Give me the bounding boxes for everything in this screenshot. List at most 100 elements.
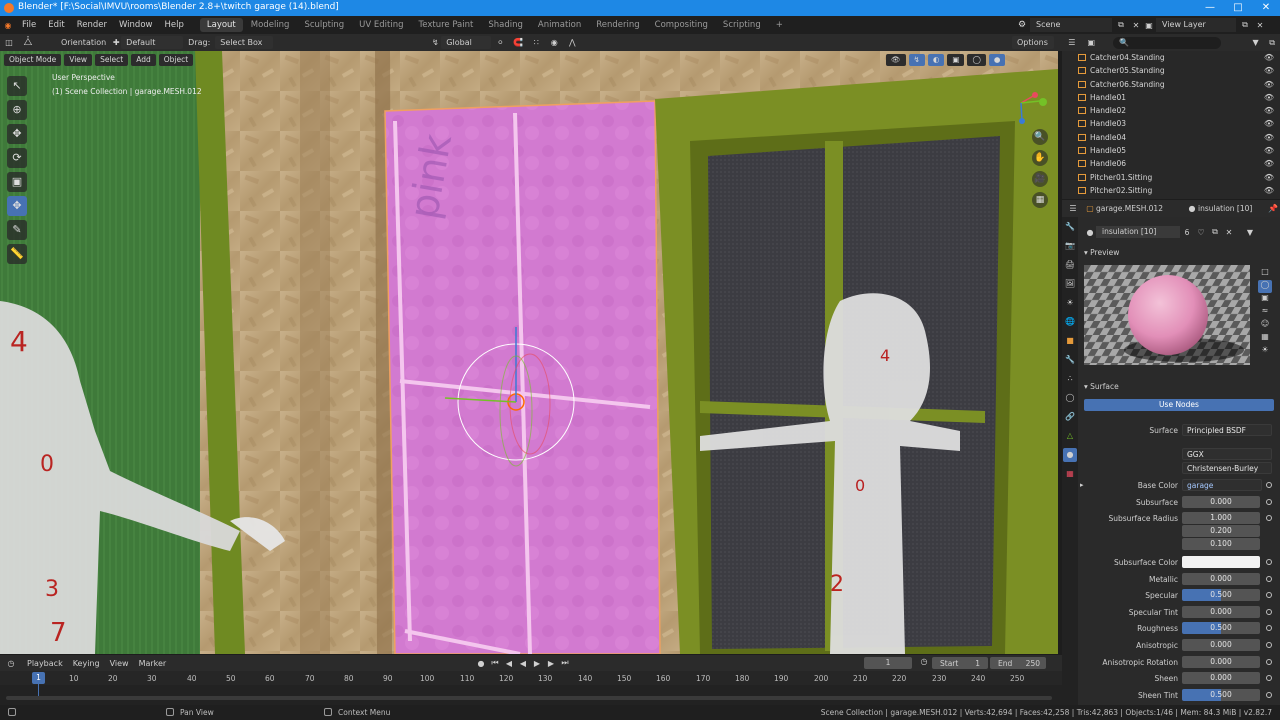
properties-editor-icon[interactable]: ☰ [1062, 204, 1084, 213]
eye-icon[interactable]: 👁 [1264, 51, 1274, 64]
play-icon[interactable]: ▶ [530, 659, 544, 668]
modifier-tab-icon[interactable]: 🔧 [1063, 353, 1077, 367]
eye-icon[interactable]: 👁 [1264, 64, 1274, 77]
tab-animation[interactable]: Animation [531, 18, 588, 32]
object-tab-icon[interactable]: ■ [1063, 334, 1077, 348]
eye-icon[interactable]: 👁 [1264, 157, 1274, 170]
sheen-socket-icon[interactable] [1266, 675, 1272, 681]
measure-icon[interactable]: 📏 [7, 244, 27, 264]
minimize-icon[interactable]: — [1196, 0, 1224, 16]
mode-dropdown[interactable]: Object Mode [4, 53, 62, 66]
preview-flat-icon[interactable]: □ [1258, 267, 1272, 280]
select-tool-icon[interactable]: ⧊ [18, 37, 38, 48]
rotate-icon[interactable]: ⟳ [7, 148, 27, 168]
material-breadcrumb[interactable]: insulation [10] [1198, 204, 1268, 213]
pin-icon[interactable]: 📌 [1268, 204, 1278, 213]
annotate-icon[interactable]: ✎ [7, 220, 27, 240]
subsurface-radius-z-field[interactable]: 0.100 [1182, 538, 1260, 550]
menu-render[interactable]: Render [71, 16, 113, 34]
eye-icon[interactable]: 👁 [1264, 91, 1274, 104]
base-color-texture[interactable]: garage insulation.tga [1182, 479, 1262, 491]
anisotropic-field[interactable]: 0.000 [1182, 639, 1260, 651]
unlink-material-icon[interactable]: ✕ [1222, 228, 1236, 237]
proportional-edit-icon[interactable]: ◉ [545, 38, 563, 47]
tool-tab-icon[interactable]: 🔧 [1063, 220, 1077, 234]
playback-menu[interactable]: Playback [22, 657, 68, 670]
subsurface-radius-socket-icon[interactable] [1266, 515, 1272, 521]
surface-panel-header[interactable]: ▾ Surface [1084, 382, 1119, 391]
subsurface-method-dropdown[interactable]: Christensen-Burley [1182, 462, 1272, 474]
blender-menu-icon[interactable]: ◉ [0, 21, 16, 30]
transform-icon[interactable]: ✥ [7, 196, 27, 216]
scale-icon[interactable]: ▣ [7, 172, 27, 192]
view-layer-close-icon[interactable]: ✕ [1254, 21, 1266, 30]
transform-orientation-dropdown[interactable]: Global [441, 36, 492, 49]
material-name-field[interactable]: insulation [10] [1096, 226, 1180, 238]
outliner-search-icon[interactable]: 🔍 [1113, 36, 1221, 49]
outliner-item[interactable]: Catcher04.Standing 👁 [1062, 51, 1280, 64]
overlay-toggle-icon[interactable]: ◐ [927, 53, 945, 66]
eye-icon[interactable]: 👁 [1264, 171, 1274, 184]
move-icon[interactable]: ✥ [7, 124, 27, 144]
subsurface-field[interactable]: 0.000 [1182, 496, 1260, 508]
filter-icon[interactable]: ▼ [1247, 38, 1265, 47]
world-tab-icon[interactable]: 🌐 [1063, 315, 1077, 329]
visibility-icon[interactable]: 👁 [886, 53, 906, 66]
view-menu[interactable]: View [64, 53, 93, 66]
eye-icon[interactable]: 👁 [1264, 184, 1274, 197]
close-icon[interactable]: ✕ [1252, 0, 1280, 16]
timeline-scrollbar[interactable] [6, 696, 1052, 700]
object-menu[interactable]: Object [158, 53, 194, 66]
tab-sculpting[interactable]: Sculpting [297, 18, 351, 32]
cursor-icon[interactable]: ⊕ [7, 100, 27, 120]
metallic-field[interactable]: 0.000 [1182, 573, 1260, 585]
preview-cloth-icon[interactable]: ▦ [1258, 332, 1272, 345]
new-collection-icon[interactable]: ⧉ [1264, 38, 1280, 48]
preview-range-icon[interactable]: ◷ [918, 657, 930, 666]
specular-socket-icon[interactable] [1266, 592, 1272, 598]
outliner-item[interactable]: Handle01 👁 [1062, 91, 1280, 104]
menu-edit[interactable]: Edit [42, 16, 70, 34]
sheen-tint-socket-icon[interactable] [1266, 692, 1272, 698]
outliner-item[interactable]: Handle05 👁 [1062, 144, 1280, 157]
texture-tab-icon[interactable]: ▦ [1063, 467, 1077, 481]
camera-view-icon[interactable]: 🎥 [1032, 171, 1048, 187]
tab-rendering[interactable]: Rendering [589, 18, 646, 32]
anisotropic-rotation-field[interactable]: 0.000 [1182, 656, 1260, 668]
wireframe-shading-icon[interactable]: ◯ [967, 53, 986, 66]
outliner-item[interactable]: Pitcher01.Sitting 👁 [1062, 171, 1280, 184]
snap-icon[interactable]: 🧲 [509, 38, 527, 47]
tab-modeling[interactable]: Modeling [244, 18, 297, 32]
menu-help[interactable]: Help [158, 16, 189, 34]
material-browse-icon[interactable]: ● [1084, 228, 1096, 237]
view-layer-tab-icon[interactable]: 🖼 [1063, 277, 1077, 291]
tab-uv-editing[interactable]: UV Editing [352, 18, 410, 32]
roughness-socket-icon[interactable] [1266, 625, 1272, 631]
subsurface-radius-y-field[interactable]: 0.200 [1182, 525, 1260, 537]
jump-start-icon[interactable]: ⏮ [488, 658, 502, 668]
metallic-socket-icon[interactable] [1266, 576, 1272, 582]
display-mode-icon[interactable]: ▣ [1082, 38, 1102, 47]
preview-panel-header[interactable]: ▾ Preview [1084, 248, 1119, 257]
surface-shader-dropdown[interactable]: Principled BSDF [1182, 424, 1272, 436]
select-menu[interactable]: Select [95, 53, 129, 66]
physics-tab-icon[interactable]: ◯ [1063, 391, 1077, 405]
outliner-item[interactable]: Handle04 👁 [1062, 131, 1280, 144]
specular-tint-field[interactable]: 0.000 [1182, 606, 1260, 618]
tab-shading[interactable]: Shading [481, 18, 530, 32]
menu-window[interactable]: Window [113, 16, 159, 34]
outliner-item[interactable]: Catcher05.Standing 👁 [1062, 64, 1280, 77]
specular-slider[interactable]: 0.500 [1182, 589, 1260, 601]
timeline-view-menu[interactable]: View [105, 657, 134, 670]
sheen-field[interactable]: 0.000 [1182, 672, 1260, 684]
scene-selector[interactable]: Scene [1030, 18, 1112, 32]
scene-copy-icon[interactable]: ⧉ [1112, 20, 1130, 30]
tab-scripting[interactable]: Scripting [716, 18, 768, 32]
material-user-count[interactable]: 6 [1180, 228, 1194, 237]
end-frame-field[interactable]: End 250 [990, 657, 1046, 669]
preview-monkey-icon[interactable]: ☺ [1258, 319, 1272, 332]
outliner-item[interactable]: Handle02 👁 [1062, 104, 1280, 117]
specular-tint-socket-icon[interactable] [1266, 609, 1272, 615]
constraints-tab-icon[interactable]: 🔗 [1063, 410, 1077, 424]
outliner-editor-icon[interactable]: ☰ [1062, 38, 1082, 47]
